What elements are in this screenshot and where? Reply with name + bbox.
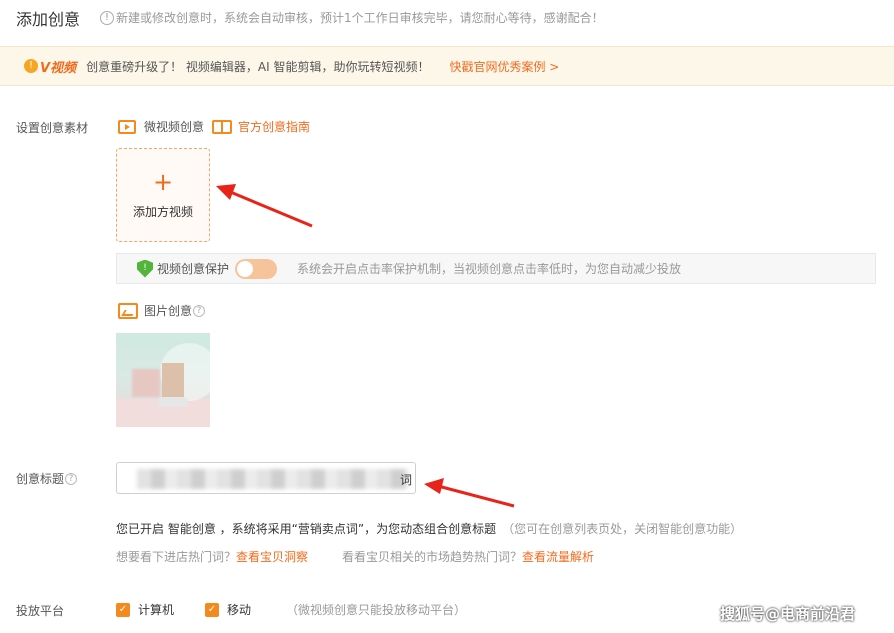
traffic-analysis-link[interactable]: 查看流量解析 — [522, 550, 594, 564]
page-header: 添加创意 ! 新建或修改创意时，系统会自动审核，预计1个工作日审核完毕，请您耐心… — [0, 0, 894, 46]
title-label: 创意标题 ? — [16, 470, 78, 487]
picture-creative-head: 图片创意 ? — [118, 302, 206, 319]
info-icon: ! — [100, 10, 114, 25]
smart-creative-text: 您已开启 智能创意 ，系统将采用“营销卖点词”，为您动态组合创意标题 — [116, 522, 497, 536]
hint-traffic: 看看宝贝相关的市场趋势热门词？查看流量解析 — [342, 548, 594, 565]
hint-insight-text: 想要看下进店热门词？ — [116, 550, 237, 564]
video-protect-bar: ! 视频创意保护 系统会开启点击率保护机制，当视频创意点击率低时，为您自动减少投… — [116, 253, 876, 284]
protect-label: 视频创意保护 — [157, 262, 230, 276]
platform-label: 投放平台 — [16, 604, 65, 618]
smart-creative-info: 您已开启 智能创意 ，系统将采用“营销卖点词”，为您动态组合创意标题 （您可在创意… — [116, 520, 742, 537]
promo-banner: ! V视频 创意重磅升级了！ 视频编辑器，AI 智能剪辑，助你玩转短视频！ 快戳… — [0, 46, 894, 86]
hint-insight: 想要看下进店热门词？查看宝贝洞察 — [116, 548, 308, 565]
pc-checkbox[interactable]: ✓ — [116, 602, 130, 617]
help-icon[interactable]: ? — [193, 304, 206, 317]
protect-toggle[interactable] — [235, 258, 278, 279]
mobile-checkbox[interactable]: ✓ — [205, 602, 219, 617]
pc-label: 计算机 — [138, 603, 175, 617]
picture-thumbnail[interactable] — [116, 333, 210, 427]
guide-link[interactable]: 官方创意指南 — [238, 118, 310, 135]
video-logo: V视频 — [40, 60, 77, 76]
thumb-object — [162, 363, 184, 397]
creative-title-input[interactable]: 词 — [116, 462, 416, 494]
title-label-text: 创意标题 — [16, 472, 65, 486]
toggle-knob — [237, 260, 254, 277]
banner-link[interactable]: 快戳官网优秀案例 > — [449, 58, 559, 75]
mobile-label: 移动 — [227, 603, 252, 617]
platform-pc[interactable]: ✓ 计算机 — [116, 601, 174, 618]
video-icon — [118, 119, 136, 134]
shield-icon: ! — [137, 259, 153, 278]
smart-creative-note: （您可在创意列表页处，关闭智能创意功能） — [502, 522, 743, 536]
banner-text: 创意重磅升级了！ 视频编辑器，AI 智能剪辑，助你玩转短视频！ — [86, 59, 430, 74]
redacted-text — [137, 469, 409, 489]
video-creative-head: 微视频创意 官方创意指南 — [118, 118, 310, 135]
red-arrow — [424, 478, 515, 508]
thumb-object — [158, 397, 188, 407]
title-input-tail: 词 — [400, 473, 413, 487]
picture-creative-label: 图片创意 — [144, 304, 193, 318]
page-title: 添加创意 — [16, 10, 81, 29]
plus-icon: + — [152, 168, 174, 196]
video-creative-label: 微视频创意 — [144, 120, 205, 134]
add-video-button[interactable]: + 添加方视频 — [116, 148, 210, 242]
platform-mobile[interactable]: ✓ 移动 — [205, 601, 251, 618]
review-notice: ! 新建或修改创意时，系统会自动审核，预计1个工作日审核完毕，请您耐心等待，感谢… — [100, 9, 604, 26]
picture-icon — [118, 302, 138, 319]
protect-desc: 系统会开启点击率保护机制，当视频创意点击率低时，为您自动减少投放 — [297, 262, 682, 276]
watermark: 搜狐号@电商前沿君 — [720, 605, 856, 623]
item-insight-link[interactable]: 查看宝贝洞察 — [236, 550, 308, 564]
review-notice-text: 新建或修改创意时，系统会自动审核，预计1个工作日审核完毕，请您耐心等待，感谢配合… — [116, 11, 604, 25]
material-label: 设置创意素材 — [16, 121, 89, 135]
help-icon[interactable]: ? — [65, 472, 78, 485]
bolt-icon: ! — [24, 59, 38, 73]
add-video-label: 添加方视频 — [132, 205, 193, 219]
book-icon[interactable] — [212, 119, 233, 134]
red-arrow — [216, 184, 313, 228]
platform-note: （微视频创意只能投放移动平台） — [286, 603, 467, 617]
thumb-object — [132, 369, 160, 397]
hint-traffic-text: 看看宝贝相关的市场趋势热门词？ — [342, 550, 523, 564]
